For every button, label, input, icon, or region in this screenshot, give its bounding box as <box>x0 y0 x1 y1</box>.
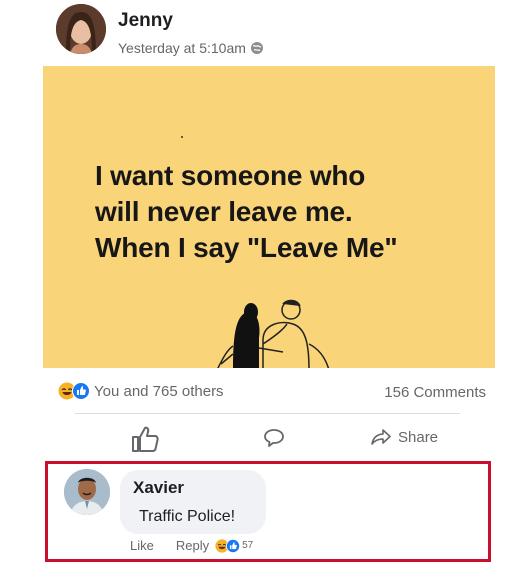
comment-reply-link[interactable]: Reply <box>176 538 209 553</box>
comments-count[interactable]: 156 Comments <box>384 384 486 401</box>
share-label: Share <box>398 428 439 446</box>
post-timestamp[interactable]: Yesterday at 5:10am <box>118 40 246 56</box>
thumbs-up-icon <box>132 426 159 452</box>
globe-icon <box>250 42 263 54</box>
comment-text: Traffic Police! <box>139 508 236 525</box>
comment-actions: Like Reply 57 <box>130 538 253 553</box>
image-speck <box>181 136 183 138</box>
author-avatar[interactable] <box>56 4 106 54</box>
post-actions: Share <box>0 420 510 460</box>
highlight-frame <box>45 461 491 562</box>
comment-reaction-count: 57 <box>242 540 254 551</box>
reaction-summary[interactable]: You and 765 others <box>58 382 224 400</box>
like-button[interactable] <box>130 424 160 454</box>
reactions-text[interactable]: You and 765 others <box>94 383 224 400</box>
comment-icon <box>264 429 284 447</box>
couple-illustration <box>217 299 330 368</box>
post-header: Jenny Yesterday at 5:10am <box>56 4 476 64</box>
like-icon <box>226 538 241 553</box>
post-meta: Yesterday at 5:10am <box>118 40 264 56</box>
post-image-text: I want someone who will never leave me. … <box>95 160 398 263</box>
post-image[interactable]: I want someone who will never leave me. … <box>43 66 495 368</box>
share-button[interactable]: Share <box>370 428 438 446</box>
commenter-name[interactable]: Xavier <box>133 478 184 498</box>
comment-button[interactable] <box>263 428 285 448</box>
reaction-icons <box>58 382 90 400</box>
commenter-avatar[interactable] <box>64 469 110 515</box>
post-author-name[interactable]: Jenny <box>118 10 173 32</box>
like-icon <box>72 382 90 400</box>
share-icon <box>371 429 391 445</box>
comment-reactions[interactable]: 57 <box>215 538 254 553</box>
divider <box>75 413 460 414</box>
comment-like-link[interactable]: Like <box>130 538 154 553</box>
